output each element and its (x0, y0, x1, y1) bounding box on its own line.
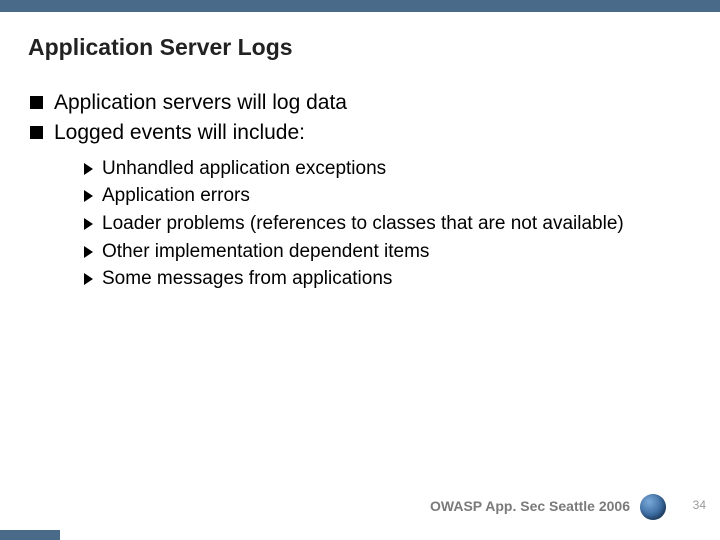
list-item: Loader problems (references to classes t… (84, 211, 692, 237)
list-item-label: Application errors (102, 185, 250, 206)
globe-icon (640, 494, 666, 520)
list-item: Some messages from applications (84, 266, 692, 292)
slide-content: Application Server Logs Application serv… (0, 12, 720, 292)
list-item: Application servers will log data (30, 89, 692, 117)
footer-text: OWASP App. Sec Seattle 2006 (430, 498, 630, 514)
bottom-accent-bar (0, 530, 60, 540)
list-item-label: Logged events will include: (54, 121, 305, 144)
list-item-label: Application servers will log data (54, 91, 347, 114)
list-item: Application errors (84, 183, 692, 209)
slide-footer: OWASP App. Sec Seattle 2006 34 (0, 488, 720, 518)
list-item-label: Some messages from applications (102, 268, 392, 289)
page-number: 34 (693, 498, 706, 512)
bullet-list-level1: Application servers will log data Logged… (28, 89, 692, 292)
list-item: Unhandled application exceptions (84, 156, 692, 182)
list-item: Other implementation dependent items (84, 239, 692, 265)
slide-title: Application Server Logs (28, 34, 692, 61)
top-accent-bar (0, 0, 720, 12)
list-item-label: Loader problems (references to classes t… (102, 213, 624, 234)
list-item: Logged events will include: Unhandled ap… (30, 119, 692, 292)
list-item-label: Other implementation dependent items (102, 241, 429, 262)
list-item-label: Unhandled application exceptions (102, 158, 386, 179)
bullet-list-level2: Unhandled application exceptions Applica… (54, 156, 692, 292)
